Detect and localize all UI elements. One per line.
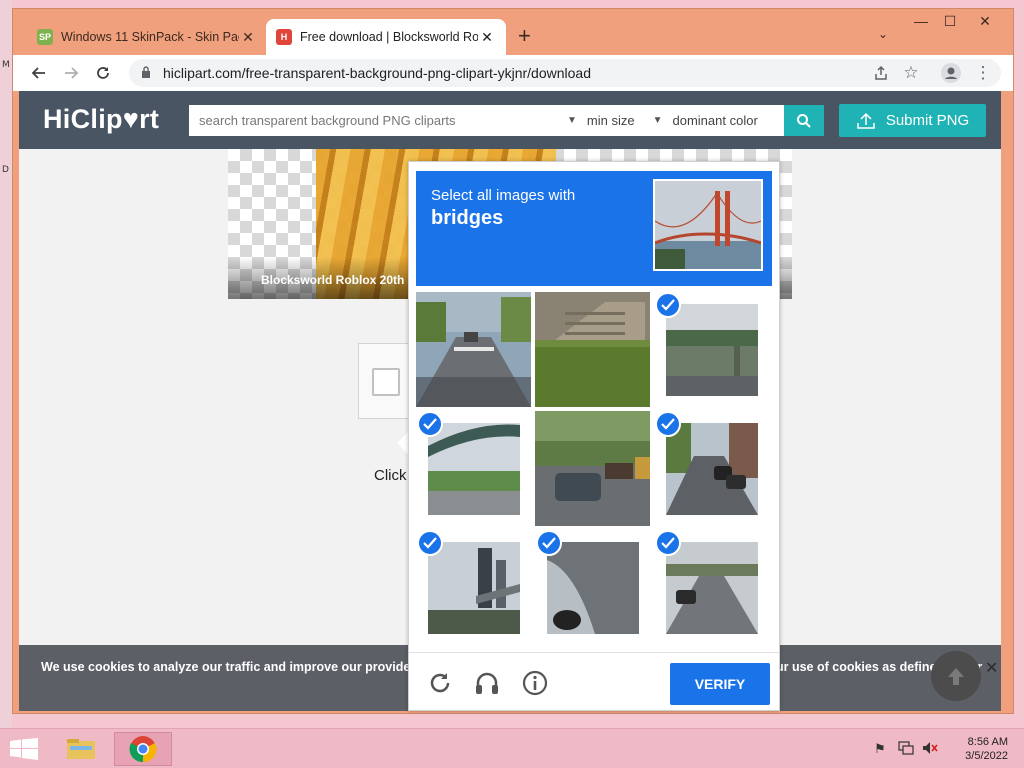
start-windows-icon[interactable] (10, 738, 38, 760)
selected-check-icon (655, 292, 681, 318)
filter-label: min size (586, 113, 635, 128)
selected-check-icon (536, 530, 562, 556)
menu-kebab-icon[interactable]: ⋮ (971, 61, 995, 85)
min-size-filter[interactable]: ▼ min size (567, 113, 635, 128)
filter-label: dominant color (672, 113, 758, 128)
search-button[interactable] (784, 105, 824, 136)
preview-caption: Blocksworld Roblox 20th C (261, 273, 417, 287)
site-header: HiClip♥rt ▼ min size ▼ dominant color Subm… (19, 91, 1001, 149)
challenge-pointer (397, 432, 408, 454)
submit-png-button[interactable]: Submit PNG (839, 104, 986, 137)
back-icon[interactable] (27, 61, 51, 85)
tab-close-icon[interactable]: ✕ (478, 29, 496, 46)
tab-close-icon[interactable]: ✕ (239, 29, 257, 46)
desktop-icon-fragment: D (2, 165, 9, 175)
lock-icon (141, 66, 153, 80)
info-icon[interactable] (521, 669, 549, 697)
upload-icon (857, 112, 875, 129)
minimize-icon[interactable]: — (909, 13, 933, 29)
search-bar: ▼ min size ▼ dominant color (189, 105, 784, 136)
captcha-challenge: Select all images with bridges VERIFY (408, 161, 780, 711)
file-explorer-icon[interactable] (59, 732, 103, 766)
maximize-icon[interactable]: ☐ (938, 13, 962, 30)
dropdown-triangle-icon: ▼ (567, 115, 577, 126)
clock-time: 8:56 AM (967, 736, 1008, 748)
browser-toolbar: hiclipart.com/free-transparent-backgroun… (13, 55, 1013, 91)
reload-challenge-icon[interactable] (426, 669, 454, 697)
share-icon[interactable] (869, 61, 893, 85)
captcha-tile-1[interactable] (416, 292, 531, 407)
scroll-to-top-button[interactable] (931, 651, 981, 701)
tab-title: Windows 11 SkinPack - Skin Pack (61, 30, 239, 44)
action-center-flag-icon[interactable]: ⚑ (874, 741, 886, 757)
challenge-target: bridges (431, 207, 504, 229)
selected-check-icon (417, 411, 443, 437)
hiclipart-logo[interactable]: HiClip♥rt (43, 104, 159, 135)
selected-check-icon (417, 530, 443, 556)
search-input[interactable] (189, 113, 559, 128)
chrome-taskbar-icon[interactable] (114, 732, 172, 766)
cookie-close-icon[interactable]: ✕ (985, 658, 998, 678)
search-icon (797, 113, 811, 128)
forward-icon[interactable] (59, 61, 83, 85)
recaptcha-checkbox[interactable] (372, 368, 400, 396)
cookie-text: We use cookies to analyze our traffic an… (41, 660, 409, 674)
volume-muted-icon[interactable] (922, 741, 938, 758)
sample-bridge-image (653, 179, 763, 271)
url-text: hiclipart.com/free-transparent-backgroun… (163, 65, 591, 81)
submit-label: Submit PNG (885, 112, 970, 129)
dropdown-triangle-icon: ▼ (652, 115, 663, 126)
desktop-edge: M D (0, 0, 12, 728)
network-icon[interactable] (898, 741, 914, 758)
profile-avatar-icon[interactable] (939, 61, 963, 85)
close-window-icon[interactable]: ✕ (973, 13, 997, 30)
verify-button[interactable]: VERIFY (670, 663, 770, 705)
selected-check-icon (655, 530, 681, 556)
challenge-header: Select all images with bridges (416, 171, 772, 286)
captcha-tile-2[interactable] (535, 292, 650, 407)
challenge-instruction: Select all images with (431, 187, 576, 204)
arrow-up-icon (948, 668, 964, 685)
tab-skinpack[interactable]: SP Windows 11 SkinPack - Skin Pack ✕ (27, 19, 267, 55)
taskbar: ⚑ 8:56 AM 3/5/2022 (0, 728, 1024, 768)
dominant-color-filter[interactable]: ▼ dominant color (653, 113, 758, 128)
tab-strip: SP Windows 11 SkinPack - Skin Pack ✕ H F… (13, 9, 1013, 55)
tab-title: Free download | Blocksworld Rob (300, 30, 478, 44)
bookmark-star-icon[interactable]: ☆ (899, 61, 923, 85)
new-tab-button[interactable]: + (518, 25, 531, 47)
click-instruction-text: Click (374, 467, 407, 484)
tab-hiclipart[interactable]: H Free download | Blocksworld Rob ✕ (266, 19, 506, 55)
taskbar-clock[interactable]: 8:56 AM 3/5/2022 (950, 735, 1008, 763)
selected-check-icon (655, 411, 681, 437)
tab-search-chevron-icon[interactable]: ⌄ (878, 27, 888, 41)
reload-icon[interactable] (91, 61, 115, 85)
audio-challenge-icon[interactable] (473, 669, 501, 697)
skinpack-favicon-icon: SP (37, 29, 53, 45)
clock-date: 3/5/2022 (965, 750, 1008, 762)
captcha-tile-5[interactable] (535, 411, 650, 526)
hiclipart-favicon-icon: H (276, 29, 292, 45)
challenge-footer: VERIFY (409, 652, 779, 712)
desktop-icon-fragment: M (2, 60, 10, 70)
